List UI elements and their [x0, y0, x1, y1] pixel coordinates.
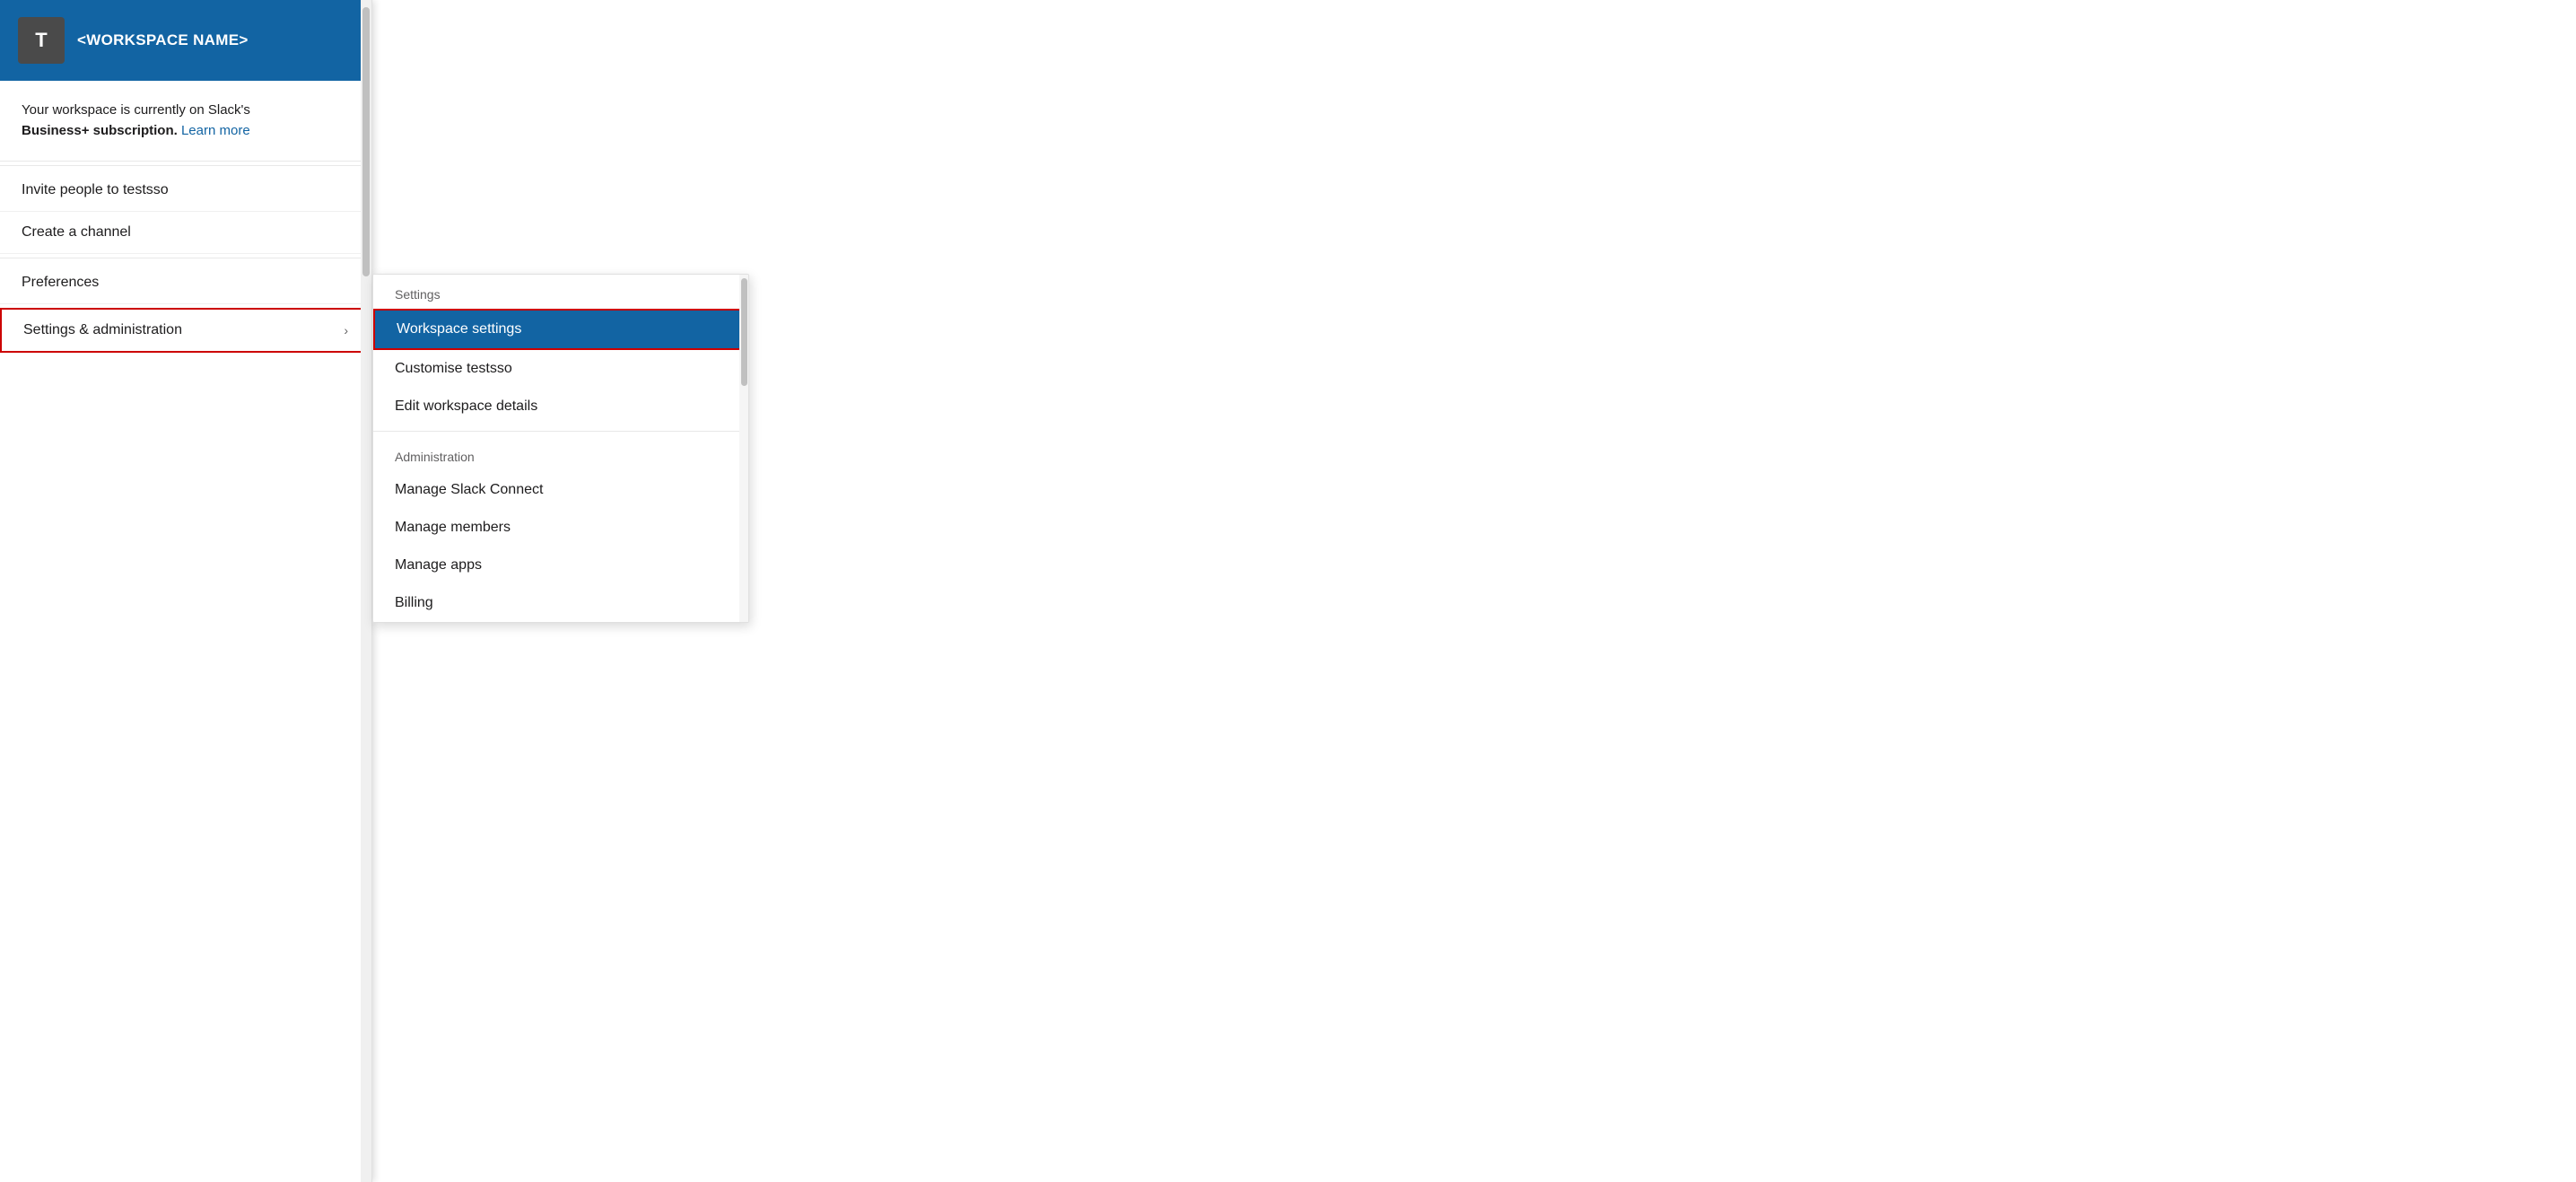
workspace-avatar: T — [18, 17, 65, 64]
secondary-menu-scrollbar-thumb[interactable] — [741, 278, 747, 386]
workspace-header[interactable]: T <WORKSPACE NAME> — [0, 0, 371, 81]
administration-section-header: Administration — [373, 437, 748, 471]
workspace-settings-item[interactable]: Workspace settings — [373, 309, 748, 350]
primary-menu-scrollbar-thumb[interactable] — [362, 7, 370, 276]
invite-people-item[interactable]: Invite people to testsso — [0, 170, 371, 212]
primary-menu-scrollbar-track[interactable] — [361, 0, 371, 1182]
manage-slack-connect-item[interactable]: Manage Slack Connect — [373, 471, 748, 509]
manage-members-item[interactable]: Manage members — [373, 509, 748, 547]
chevron-right-icon: › — [344, 323, 348, 337]
primary-menu: T <WORKSPACE NAME> Your workspace is cur… — [0, 0, 372, 1182]
menu-divider-1 — [0, 165, 371, 166]
submenu-divider-1 — [373, 431, 748, 432]
subscription-text-prefix: Your workspace is currently on Slack's — [22, 102, 250, 118]
preferences-item[interactable]: Preferences — [0, 262, 371, 304]
secondary-menu-scrollbar-track[interactable] — [739, 275, 748, 622]
subscription-bold-text: Business+ subscription. — [22, 123, 178, 138]
learn-more-link[interactable]: Learn more — [181, 123, 250, 138]
edit-workspace-item[interactable]: Edit workspace details — [373, 388, 748, 425]
create-channel-item[interactable]: Create a channel — [0, 212, 371, 254]
manage-apps-item[interactable]: Manage apps — [373, 547, 748, 584]
subscription-notice: Your workspace is currently on Slack's B… — [0, 81, 371, 162]
settings-admin-item[interactable]: Settings & administration › — [0, 308, 371, 353]
billing-item[interactable]: Billing — [373, 584, 748, 622]
workspace-name: <WORKSPACE NAME> — [77, 31, 249, 49]
settings-admin-label: Settings & administration — [23, 322, 182, 338]
settings-section-header: Settings — [373, 275, 748, 309]
customise-item[interactable]: Customise testsso — [373, 350, 748, 388]
secondary-menu: Settings Workspace settings Customise te… — [372, 274, 749, 623]
